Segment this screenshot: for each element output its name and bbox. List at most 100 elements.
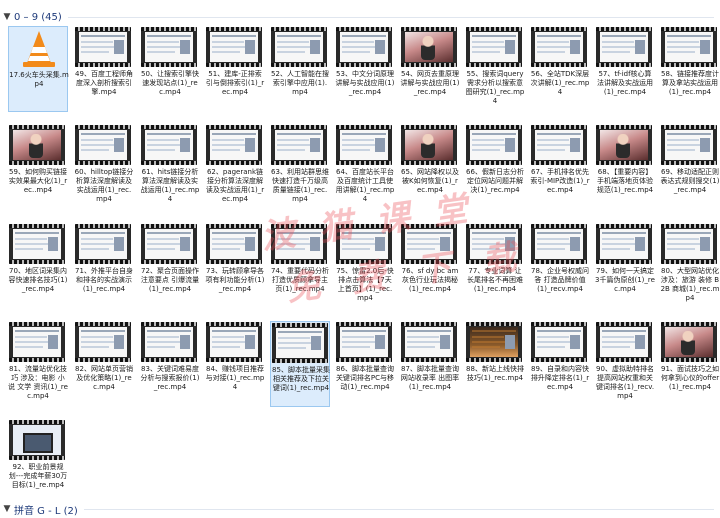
video-thumbnail (206, 224, 262, 264)
video-thumbnail (141, 224, 197, 264)
file-name: 83、关键词难易度分析与搜索报价(1)_rec.mp4 (140, 365, 200, 391)
file-name: 76、sf dy bc am 灰色行业玩法揭秘(1)_rec.mp4 (401, 267, 459, 293)
file-name: 89、自录和内容快排升降定排名(1)_rec.mp4 (530, 365, 590, 391)
group-divider (67, 16, 714, 18)
file-name: 73、玩转顾拿导各项有利功能分析(1)_rec.mp4 (205, 267, 265, 293)
file-tile[interactable]: 82、网站单页营销及优化策略(1)_rec.mp4 (74, 321, 134, 407)
file-tile[interactable]: 89、自录和内容快排升降定排名(1)_rec.mp4 (530, 321, 590, 407)
video-thumbnail (9, 420, 65, 460)
video-thumbnail (75, 322, 131, 362)
file-tile[interactable]: 71、外推平台自身和排名的实战演示(1)_rec.mp4 (74, 223, 134, 309)
file-tile[interactable]: 85、脚本批量采集相关推荐及下拉关键词(1)_rec.mp4 (270, 321, 330, 407)
video-thumbnail (596, 27, 652, 67)
file-name: 72、聚合页面操作注意要点 引爆流量(1)_rec.mp4 (140, 267, 200, 293)
file-name: 82、网站单页营销及优化策略(1)_rec.mp4 (75, 365, 133, 391)
file-tile[interactable]: 67、手机排名优先索引-MIP改造(1)_rec.mp4 (530, 124, 590, 210)
file-tile[interactable]: 57、tf-idf核心算法讲解及实战运用(1)_rec.mp4 (595, 26, 655, 112)
file-tile[interactable]: 64、百度站长平台及百度统计工具使用讲解(1)_rec.mp4 (335, 124, 395, 210)
file-tile[interactable]: 54、网页去重原理讲解与实战应用(1)_rec.mp4 (400, 26, 460, 112)
file-tile[interactable]: 62、pagerank链接分析算法深度解读及实战运用(1)_rec.mp4 (205, 124, 265, 210)
file-name: 70、地区词采集内容快速排名技巧(1)_rec.mp4 (8, 267, 68, 293)
file-tile[interactable]: 87、脚本批量查询网站收录率 出图率(1)_rec.mp4 (400, 321, 460, 407)
file-tile[interactable]: 90、虚拟助特排名提高网站权重和关键词排名(1)_recv.mp4 (595, 321, 655, 407)
video-thumbnail (661, 27, 717, 67)
file-name: 49、百度工程师角度深入剖析搜索引擎.mp4 (75, 70, 133, 96)
file-tile[interactable]: 61、hits链接分析算法深度解读及实战运用(1)_rec.mp4 (140, 124, 200, 210)
vlc-cone-icon (17, 29, 61, 69)
chevron-down-icon[interactable]: ▼ (0, 12, 14, 22)
video-thumbnail (271, 27, 327, 67)
file-name: 59、如何购买链接实效果最大化(1)_rec..mp4 (8, 168, 68, 194)
file-tile[interactable]: 91、面试技巧之如何拿到心仪的offer(1)_rec.mp4 (660, 321, 720, 407)
group-header-0-9[interactable]: ▼ 0 – 9 (45) (0, 8, 720, 26)
video-thumbnail (401, 224, 457, 264)
file-name: 88、新站上线快排技巧(1)_rec.mp4 (466, 365, 524, 382)
file-tile[interactable]: 88、新站上线快排技巧(1)_rec.mp4 (465, 321, 525, 407)
file-tile[interactable]: 55、搜索词query需求分析以搜索意图研究(1)_rec.mp4 (465, 26, 525, 112)
file-tile[interactable]: 84、赚钱项目推荐与对接(1)_rec.mp4 (205, 321, 265, 407)
video-thumbnail (75, 125, 131, 165)
file-name: 62、pagerank链接分析算法深度解读及实战运用(1)_rec.mp4 (205, 168, 265, 203)
video-thumbnail (466, 224, 522, 264)
file-tile[interactable]: 65、网站降权以及被K如何恢复(1)_rec.mp4 (400, 124, 460, 210)
file-tile[interactable]: 92、职业前景规划---完成年薪30万目标(1)_re.mp4 (8, 419, 68, 505)
file-tile[interactable]: 83、关键词难易度分析与搜索报价(1)_rec.mp4 (140, 321, 200, 407)
file-tile[interactable]: 73、玩转顾拿导各项有利功能分析(1)_rec.mp4 (205, 223, 265, 309)
video-thumbnail (466, 322, 522, 362)
file-name: 90、虚拟助特排名提高网站权重和关键词排名(1)_recv.mp4 (595, 365, 655, 400)
file-name: 63、利用站群思维快速打造千万级高质量链接(1)_rec.mp4 (271, 168, 329, 203)
video-thumbnail (596, 224, 652, 264)
file-tile[interactable]: 52、人工智能在搜索引擎中应用(1).mp4 (270, 26, 330, 112)
file-tile[interactable]: 51、建库-正排索引与倒排索引(1)_rec.mp4 (205, 26, 265, 112)
file-tile[interactable]: 74、重要代码分析打造优质顾拿导主页(1)_rec.mp4 (270, 223, 330, 309)
video-thumbnail (466, 125, 522, 165)
file-tile[interactable]: 86、脚本批量查询关键词排名PC与移动(1)_rec.mp4 (335, 321, 395, 407)
file-name: 77、专业词算 让长尾排名不再困难(1)_rec.mp4 (467, 267, 523, 293)
file-name: 50、让搜索引擎快速发现站点(1)_rec.mp4 (141, 70, 199, 96)
file-tile[interactable]: 70、地区词采集内容快速排名技巧(1)_rec.mp4 (8, 223, 68, 309)
file-tile[interactable]: 56、全站TDK深层次讲解(1)_rec.mp4 (530, 26, 590, 112)
file-name: 87、脚本批量查询网站收录率 出图率(1)_rec.mp4 (400, 365, 460, 391)
file-tile[interactable]: 60、hilltop链接分析算法深度解读及实战运用(1)_rec.mp4 (74, 124, 134, 210)
file-name: 53、中文分词原理讲解与实战应用(1)_rec.mp4 (335, 70, 395, 96)
file-tile[interactable]: 68、【重要内容】手机端落地页体验规范(1)_rec.mp4 (595, 124, 655, 210)
group-header-g-l[interactable]: ▼ 拼音 G - L (2) (0, 500, 720, 518)
file-name: 86、脚本批量查询关键词排名PC与移动(1)_rec.mp4 (335, 365, 395, 391)
video-thumbnail (596, 125, 652, 165)
file-tile[interactable]: 72、聚合页面操作注意要点 引爆流量(1)_rec.mp4 (140, 223, 200, 309)
file-name: 17.6火车头采集.mp4 (9, 71, 69, 88)
file-tile[interactable]: 58、链接推荐度计算及拿站实战运用(1)_rec.mp4 (660, 26, 720, 112)
file-tile[interactable]: 59、如何购买链接实效果最大化(1)_rec..mp4 (8, 124, 68, 210)
file-tile[interactable]: 77、专业词算 让长尾排名不再困难(1)_rec.mp4 (465, 223, 525, 309)
video-thumbnail (271, 125, 327, 165)
file-tile[interactable]: 69、移动适配正则表达式规则搜交(1)_rec.mp4 (660, 124, 720, 210)
file-name: 69、移动适配正则表达式规则搜交(1)_rec.mp4 (660, 168, 720, 194)
file-tile[interactable]: 49、百度工程师角度深入剖析搜索引擎.mp4 (74, 26, 134, 112)
file-name: 64、百度站长平台及百度统计工具使用讲解(1)_rec.mp4 (335, 168, 395, 203)
file-tile[interactable]: 76、sf dy bc am 灰色行业玩法揭秘(1)_rec.mp4 (400, 223, 460, 309)
chevron-down-icon[interactable]: ▼ (0, 504, 14, 514)
file-tile[interactable]: 63、利用站群思维快速打造千万级高质量链接(1)_rec.mp4 (270, 124, 330, 210)
video-thumbnail (9, 125, 65, 165)
file-tile[interactable]: 81、流量站优化技巧 涉及：电影 小说 文学 资讯(1)_rec.mp4 (8, 321, 68, 407)
file-tile[interactable]: 53、中文分词原理讲解与实战应用(1)_rec.mp4 (335, 26, 395, 112)
video-thumbnail (141, 322, 197, 362)
file-name: 67、手机排名优先索引-MIP改造(1)_rec.mp4 (530, 168, 590, 194)
file-tile[interactable]: 78、企业号权威问答 打造品牌价值(1)_recv.mp4 (530, 223, 590, 309)
video-thumbnail (75, 224, 131, 264)
video-thumbnail (336, 125, 392, 165)
file-tile[interactable]: 50、让搜索引擎快速发现站点(1)_rec.mp4 (140, 26, 200, 112)
file-tile[interactable]: 17.6火车头采集.mp4 (8, 26, 69, 112)
file-name: 85、脚本批量采集相关推荐及下拉关键词(1)_rec.mp4 (272, 366, 330, 392)
video-thumbnail (596, 322, 652, 362)
file-name: 68、【重要内容】手机端落地页体验规范(1)_rec.mp4 (596, 168, 654, 194)
file-name: 61、hits链接分析算法深度解读及实战运用(1)_rec.mp4 (140, 168, 200, 203)
video-thumbnail (9, 224, 65, 264)
video-thumbnail (141, 125, 197, 165)
file-tile[interactable]: 75、惊雷2.0后-快排点击算法【7天上首页】(1)_rec.mp4 (335, 223, 395, 309)
file-tile[interactable]: 79、如何一天搞定3千篇伪原创(1)_rec.mp4 (595, 223, 655, 309)
group-label: 拼音 G - L (2) (14, 505, 78, 517)
file-tile[interactable]: 80、大型网站优化 涉及：旅游 装修 B2B 商城(1)_rec.mp4 (660, 223, 720, 309)
file-name: 54、网页去重原理讲解与实战应用(1)_rec.mp4 (400, 70, 460, 96)
file-tile[interactable]: 66、假新日志分析定位网站问题并解决(1)_rec.mp4 (465, 124, 525, 210)
